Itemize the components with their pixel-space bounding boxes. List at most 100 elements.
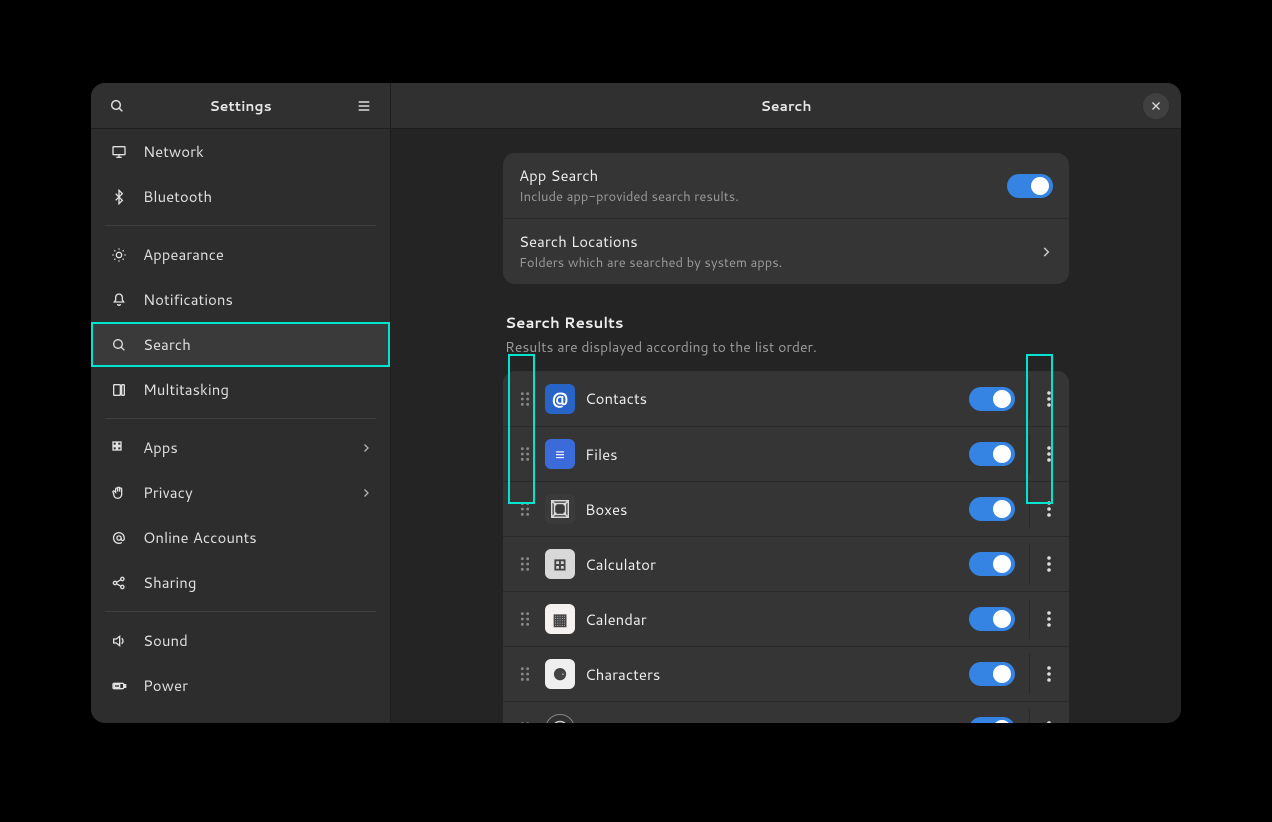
sidebar-item-label: Power xyxy=(143,675,188,696)
app-icon-boxes xyxy=(545,494,575,524)
sidebar-item-sharing[interactable]: Sharing xyxy=(91,560,390,605)
app-name-label: Calendar xyxy=(585,609,647,630)
close-icon[interactable] xyxy=(1143,93,1169,119)
search-locations-label: Search Locations xyxy=(519,231,782,252)
sidebar-item-bluetooth[interactable]: Bluetooth xyxy=(91,174,390,219)
search-results-sub: Results are displayed according to the l… xyxy=(505,337,1069,357)
search-icon[interactable] xyxy=(103,92,131,120)
app-icon-files: ≡ xyxy=(545,439,575,469)
app-row-calendar: ▦ Calendar xyxy=(503,591,1069,646)
app-row-clocks: Clocks xyxy=(503,701,1069,723)
sidebar: Settings Network Bluetooth Appearance Notif… xyxy=(91,83,391,723)
app-toggle-characters[interactable] xyxy=(969,662,1015,686)
kebab-icon[interactable] xyxy=(1029,654,1053,694)
sidebar-item-label: Sharing xyxy=(143,572,196,593)
app-icon-calculator: ⊞ xyxy=(545,549,575,579)
app-name-label: Clocks xyxy=(585,719,631,724)
drag-handle-icon[interactable] xyxy=(515,379,535,419)
hamburger-icon[interactable] xyxy=(350,92,378,120)
search-locations-row[interactable]: Search Locations Folders which are searc… xyxy=(503,218,1069,284)
sidebar-item-appearance[interactable]: Appearance xyxy=(91,232,390,277)
bell-icon xyxy=(109,292,129,308)
app-toggle-clocks[interactable] xyxy=(969,717,1015,723)
drag-handle-icon[interactable] xyxy=(515,489,535,529)
monitor-icon xyxy=(109,144,129,160)
sidebar-item-sound[interactable]: Sound xyxy=(91,618,390,663)
chevron-right-icon xyxy=(360,442,372,454)
share-icon xyxy=(109,575,129,591)
app-search-sub: Include app-provided search results. xyxy=(519,188,739,206)
sidebar-list: Network Bluetooth Appearance Notifications S… xyxy=(91,129,390,723)
app-icon-contacts: @ xyxy=(545,384,575,414)
page-title: Search xyxy=(429,96,1143,116)
main-pane: Search App Search Include app-provided s… xyxy=(391,83,1181,723)
sidebar-item-network[interactable]: Network xyxy=(91,129,390,174)
sidebar-item-multitasking[interactable]: Multitasking xyxy=(91,367,390,412)
kebab-icon[interactable] xyxy=(1029,709,1053,723)
app-row-files: ≡ Files xyxy=(503,426,1069,481)
at-icon xyxy=(109,530,129,546)
app-toggle-contacts[interactable] xyxy=(969,387,1015,411)
multitask-icon xyxy=(109,382,129,398)
sidebar-item-online-accounts[interactable]: Online Accounts xyxy=(91,515,390,560)
sidebar-header: Settings xyxy=(91,83,390,129)
kebab-icon[interactable] xyxy=(1029,544,1053,584)
search-results-title: Search Results xyxy=(505,312,1069,333)
sidebar-item-label: Network xyxy=(143,141,204,162)
app-search-label: App Search xyxy=(519,165,739,186)
drag-handle-icon[interactable] xyxy=(515,544,535,584)
kebab-icon[interactable] xyxy=(1029,379,1053,419)
app-name-label: Characters xyxy=(585,664,660,685)
hand-icon xyxy=(109,485,129,501)
drag-handle-icon[interactable] xyxy=(515,654,535,694)
app-name-label: Calculator xyxy=(585,554,656,575)
drag-handle-icon[interactable] xyxy=(515,434,535,474)
app-toggle-calendar[interactable] xyxy=(969,607,1015,631)
sidebar-item-label: Online Accounts xyxy=(143,527,257,548)
settings-window: Settings Network Bluetooth Appearance Notif… xyxy=(91,83,1181,723)
sidebar-item-search[interactable]: Search xyxy=(91,322,390,367)
kebab-icon[interactable] xyxy=(1029,599,1053,639)
main-body: App Search Include app-provided search r… xyxy=(391,129,1181,723)
app-toggle-calculator[interactable] xyxy=(969,552,1015,576)
sidebar-item-label: Appearance xyxy=(143,244,224,265)
search-locations-sub: Folders which are searched by system app… xyxy=(519,254,782,272)
search-settings-card: App Search Include app-provided search r… xyxy=(503,153,1069,284)
sidebar-item-power[interactable]: Power xyxy=(91,663,390,708)
sidebar-separator xyxy=(105,611,376,612)
app-row-contacts: @ Contacts xyxy=(503,371,1069,426)
kebab-icon[interactable] xyxy=(1029,434,1053,474)
sidebar-item-label: Search xyxy=(143,334,191,355)
sidebar-item-label: Apps xyxy=(143,437,178,458)
sidebar-item-notifications[interactable]: Notifications xyxy=(91,277,390,322)
sidebar-item-label: Bluetooth xyxy=(143,186,212,207)
drag-handle-icon[interactable] xyxy=(515,599,535,639)
drag-handle-icon[interactable] xyxy=(515,709,535,723)
bluetooth-icon xyxy=(109,189,129,205)
app-icon-clocks xyxy=(545,714,575,723)
search-results-list: @ Contacts ≡ Files Boxes ⊞ Calculator ▦ Calendar… xyxy=(503,371,1069,723)
sidebar-item-privacy[interactable]: Privacy xyxy=(91,470,390,515)
search-icon xyxy=(109,337,129,353)
apps-icon xyxy=(109,440,129,456)
chevron-right-icon xyxy=(1039,245,1053,259)
app-toggle-files[interactable] xyxy=(969,442,1015,466)
app-row-characters: ⚈ Characters xyxy=(503,646,1069,701)
power-icon xyxy=(109,678,129,694)
sidebar-separator xyxy=(105,418,376,419)
app-search-toggle[interactable] xyxy=(1007,174,1053,198)
sidebar-item-label: Sound xyxy=(143,630,188,651)
app-name-label: Files xyxy=(585,444,618,465)
app-name-label: Contacts xyxy=(585,388,647,409)
app-toggle-boxes[interactable] xyxy=(969,497,1015,521)
app-row-calculator: ⊞ Calculator xyxy=(503,536,1069,591)
app-icon-characters: ⚈ xyxy=(545,659,575,689)
app-name-label: Boxes xyxy=(585,499,628,520)
app-icon-calendar: ▦ xyxy=(545,604,575,634)
sidebar-separator xyxy=(105,225,376,226)
sidebar-item-apps[interactable]: Apps xyxy=(91,425,390,470)
appearance-icon xyxy=(109,247,129,263)
kebab-icon[interactable] xyxy=(1029,489,1053,529)
chevron-right-icon xyxy=(360,487,372,499)
sidebar-title: Settings xyxy=(131,96,350,116)
